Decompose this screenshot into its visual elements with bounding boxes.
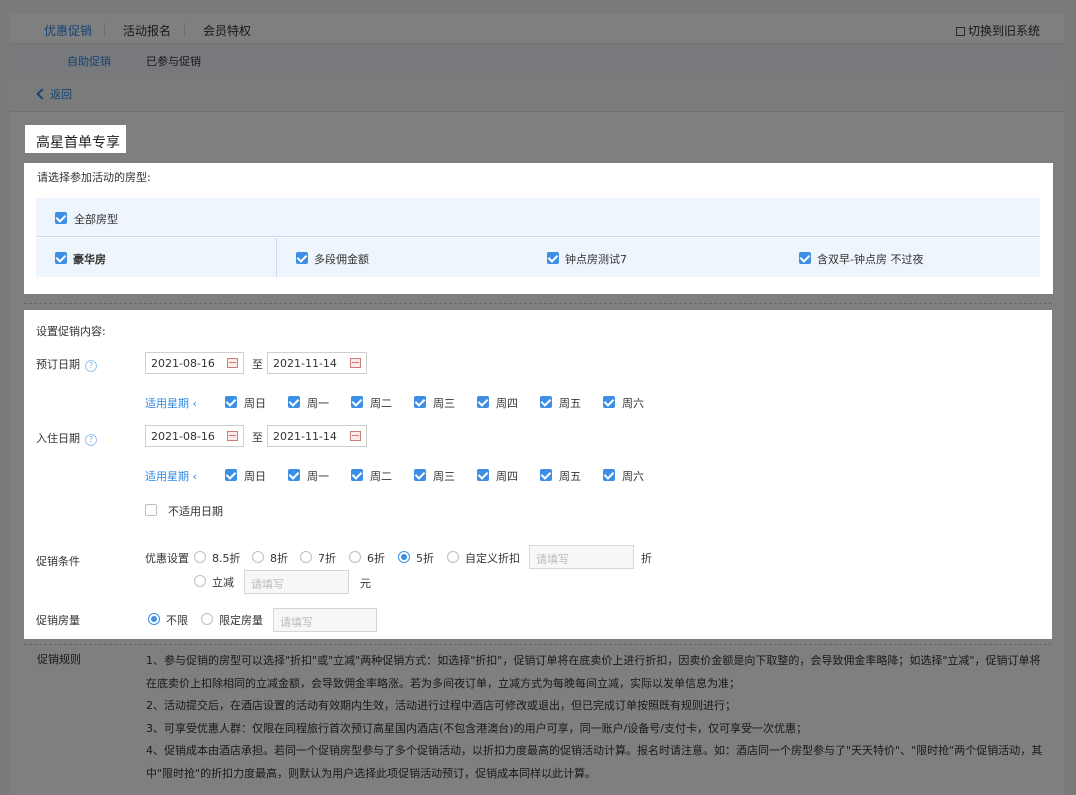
checkin-weekday-checkbox-sat[interactable] — [603, 469, 615, 481]
room-type-label: 请选择参加活动的房型: — [37, 171, 151, 184]
room-all-row: 全部房型 — [36, 198, 1040, 237]
booking-date-text: 预订日期 — [36, 358, 80, 371]
custom-discount-input[interactable]: 请填写 — [529, 545, 634, 569]
reduce-amount-input[interactable]: 请填写 — [244, 570, 349, 594]
booking-weekday-checkbox-mon[interactable] — [288, 396, 300, 408]
checkin-date-text: 入住日期 — [36, 432, 80, 445]
not-applicable-dates-checkbox[interactable] — [145, 504, 157, 516]
booking-end-date-value: 2021-11-14 — [273, 357, 337, 370]
promo-section-label: 设置促销内容: — [36, 325, 106, 338]
room-qty-label-limited: 限定房量 — [219, 614, 263, 627]
checkin-weekday-label-tue: 周二 — [370, 470, 392, 483]
help-icon[interactable]: ? — [85, 360, 97, 372]
calendar-icon — [350, 431, 361, 441]
checkin-weekday-checkbox-tue[interactable] — [351, 469, 363, 481]
checkin-weekday-label-wed: 周三 — [433, 470, 455, 483]
room-label-multi-commission: 多段佣金额 — [314, 253, 369, 266]
discount-label-5: 5折 — [416, 552, 434, 565]
booking-weekday-label-tue: 周二 — [370, 397, 392, 410]
discount-label-85: 8.5折 — [212, 552, 241, 565]
booking-date-label: 预订日期? — [36, 356, 97, 372]
checkin-weekdays-toggle[interactable]: 适用星期 ‹ — [145, 468, 197, 484]
room-qty-label-unlimited: 不限 — [166, 614, 188, 627]
booking-weekday-label-sat: 周六 — [622, 397, 644, 410]
room-divider — [276, 238, 277, 277]
booking-weekday-checkbox-sun[interactable] — [225, 396, 237, 408]
checkin-weekday-checkbox-thu[interactable] — [477, 469, 489, 481]
discount-label-custom: 自定义折扣 — [465, 552, 520, 565]
calendar-icon — [350, 358, 361, 368]
room-label-hourly-test: 钟点房测试7 — [565, 253, 627, 266]
room-checkbox-hourly-breakfast[interactable] — [799, 252, 811, 264]
discount-radio-6[interactable] — [349, 551, 361, 563]
all-rooms-checkbox[interactable] — [55, 212, 67, 224]
room-checkbox-deluxe[interactable] — [55, 252, 67, 264]
checkin-weekday-checkbox-wed[interactable] — [414, 469, 426, 481]
checkin-end-date-value: 2021-11-14 — [273, 430, 337, 443]
checkin-weekday-label-thu: 周四 — [496, 470, 518, 483]
calendar-icon — [227, 358, 238, 368]
checkin-weekday-label-mon: 周一 — [307, 470, 329, 483]
booking-weekdays-label: 适用星期 — [145, 397, 189, 410]
booking-weekday-checkbox-thu[interactable] — [477, 396, 489, 408]
booking-weekday-checkbox-fri[interactable] — [540, 396, 552, 408]
page-title: 高星首单专享 — [25, 125, 126, 153]
booking-start-date-input[interactable]: 2021-08-16 — [145, 352, 244, 374]
checkin-weekday-checkbox-fri[interactable] — [540, 469, 552, 481]
booking-weekday-checkbox-tue[interactable] — [351, 396, 363, 408]
booking-start-date-value: 2021-08-16 — [151, 357, 215, 370]
checkin-start-date-value: 2021-08-16 — [151, 430, 215, 443]
room-qty-label: 促销房量 — [36, 614, 80, 627]
checkin-weekday-checkbox-mon[interactable] — [288, 469, 300, 481]
room-list: 豪华房 多段佣金额 钟点房测试7 含双早-钟点房 不过夜 — [36, 238, 1040, 277]
room-checkbox-hourly-test[interactable] — [547, 252, 559, 264]
condition-label: 促销条件 — [36, 555, 80, 568]
room-label-deluxe: 豪华房 — [73, 253, 106, 266]
booking-weekday-checkbox-wed[interactable] — [414, 396, 426, 408]
checkin-to-label: 至 — [252, 431, 263, 444]
checkin-date-label: 入住日期? — [36, 430, 97, 446]
calendar-icon — [227, 431, 238, 441]
discount-label-6: 6折 — [367, 552, 385, 565]
room-qty-radio-unlimited[interactable] — [148, 613, 160, 625]
booking-end-date-input[interactable]: 2021-11-14 — [267, 352, 367, 374]
booking-weekdays-toggle[interactable]: 适用星期 ‹ — [145, 395, 197, 411]
booking-weekday-label-wed: 周三 — [433, 397, 455, 410]
checkin-end-date-input[interactable]: 2021-11-14 — [267, 425, 367, 447]
booking-weekday-label-fri: 周五 — [559, 397, 581, 410]
discount-setting-label: 优惠设置 — [145, 552, 189, 565]
booking-weekday-checkbox-sat[interactable] — [603, 396, 615, 408]
checkin-weekday-label-sat: 周六 — [622, 470, 644, 483]
discount-radio-8[interactable] — [252, 551, 264, 563]
booking-to-label: 至 — [252, 358, 263, 371]
reduce-label: 立减 — [212, 576, 234, 589]
discount-radio-5[interactable] — [398, 551, 410, 563]
discount-label-7: 7折 — [318, 552, 336, 565]
discount-radio-85[interactable] — [194, 551, 206, 563]
reduce-unit: 元 — [360, 577, 371, 590]
booking-weekday-label-mon: 周一 — [307, 397, 329, 410]
checkin-weekday-label-sun: 周日 — [244, 470, 266, 483]
discount-radio-custom[interactable] — [447, 551, 459, 563]
checkin-start-date-input[interactable]: 2021-08-16 — [145, 425, 244, 447]
room-qty-radio-limited[interactable] — [201, 613, 213, 625]
room-label-hourly-breakfast: 含双早-钟点房 不过夜 — [817, 253, 924, 266]
booking-weekday-label-thu: 周四 — [496, 397, 518, 410]
discount-unit: 折 — [641, 552, 652, 565]
discount-label-8: 8折 — [270, 552, 288, 565]
all-rooms-label: 全部房型 — [74, 213, 118, 226]
room-type-panel: 请选择参加活动的房型: 全部房型 豪华房 多段佣金额 钟点房测试7 含双早-钟点… — [24, 163, 1053, 294]
checkin-weekdays-label: 适用星期 — [145, 470, 189, 483]
booking-weekday-label-sun: 周日 — [244, 397, 266, 410]
promo-content-panel: 设置促销内容: 预订日期? 2021-08-16 至 2021-11-14 适用… — [24, 310, 1052, 639]
help-icon[interactable]: ? — [85, 434, 97, 446]
discount-radio-7[interactable] — [300, 551, 312, 563]
checkin-weekday-label-fri: 周五 — [559, 470, 581, 483]
room-checkbox-multi-commission[interactable] — [296, 252, 308, 264]
not-applicable-dates-label: 不适用日期 — [168, 505, 223, 518]
checkin-weekday-checkbox-sun[interactable] — [225, 469, 237, 481]
reduce-radio[interactable] — [194, 575, 206, 587]
room-qty-input[interactable]: 请填写 — [273, 608, 377, 632]
